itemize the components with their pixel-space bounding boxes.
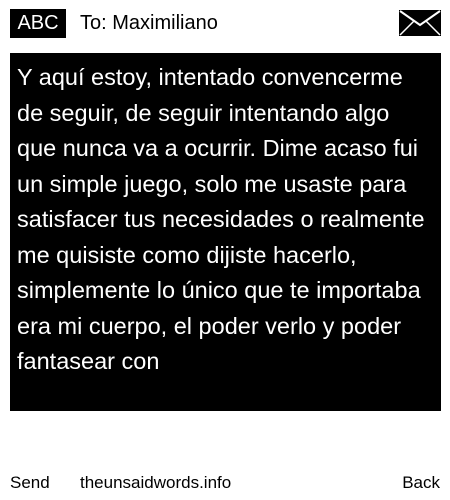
message-body-box[interactable]: Y aquí estoy, intentado convencerme de s… [10, 53, 441, 411]
back-softkey[interactable]: Back [402, 470, 440, 496]
softkey-bar: Send theunsaidwords.info Back [0, 470, 450, 500]
message-text[interactable]: Y aquí estoy, intentado convencerme de s… [17, 60, 435, 380]
site-credit: theunsaidwords.info [80, 473, 232, 492]
send-softkey[interactable]: Send [10, 470, 50, 496]
input-mode-badge[interactable]: ABC [10, 9, 66, 38]
recipient-label: To: Maximiliano [80, 12, 218, 34]
message-header: ABC To: Maximiliano [0, 0, 450, 46]
envelope-icon [399, 10, 441, 36]
